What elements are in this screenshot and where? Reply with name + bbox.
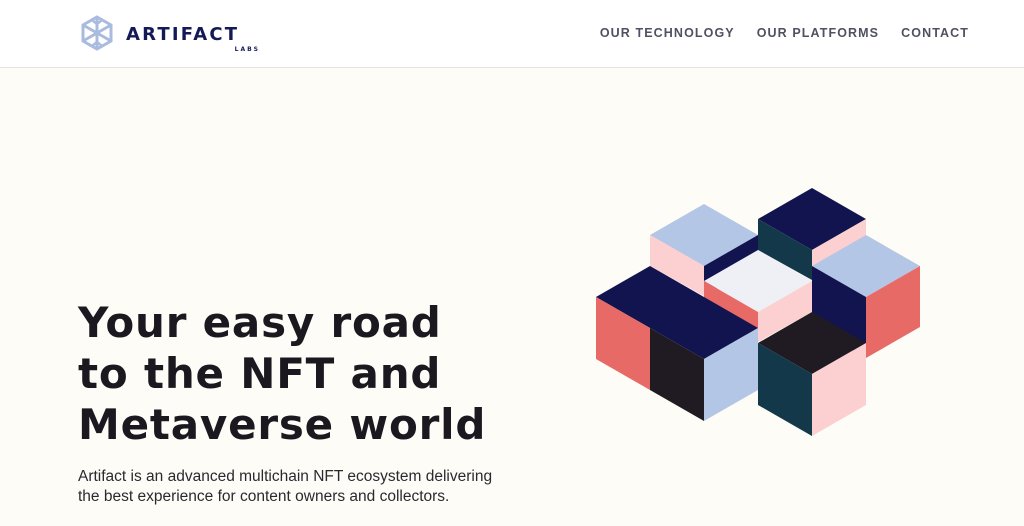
isometric-cubes-illustration [596,188,920,436]
brand-name: ARTIFACT [126,24,240,45]
main-nav: OUR TECHNOLOGY OUR PLATFORMS CONTACT [600,26,969,40]
hero-subtitle-line: Artifact is an advanced multichain NFT e… [78,468,493,485]
hero-title-line: Your easy road [78,298,442,347]
nav-our-platforms[interactable]: OUR PLATFORMS [757,26,879,40]
hero-title: Your easy road to the NFT and Metaverse … [78,297,558,450]
hero-title-line: to the NFT and [78,349,442,398]
site-header: ARTIFACT LABS OUR TECHNOLOGY OUR PLATFOR… [0,0,1024,68]
nav-our-technology[interactable]: OUR TECHNOLOGY [600,26,735,40]
hero-subtitle-line: the best experience for content owners a… [78,488,450,505]
snowflake-hexagon-icon [81,15,113,51]
hero-title-line: Metaverse world [78,400,487,449]
hero-subtitle: Artifact is an advanced multichain NFT e… [78,467,518,507]
brand-logo[interactable]: ARTIFACT LABS [78,14,266,53]
brand-sub: LABS [234,46,260,53]
nav-contact[interactable]: CONTACT [901,26,969,40]
brand-wordmark: ARTIFACT LABS [126,16,266,53]
